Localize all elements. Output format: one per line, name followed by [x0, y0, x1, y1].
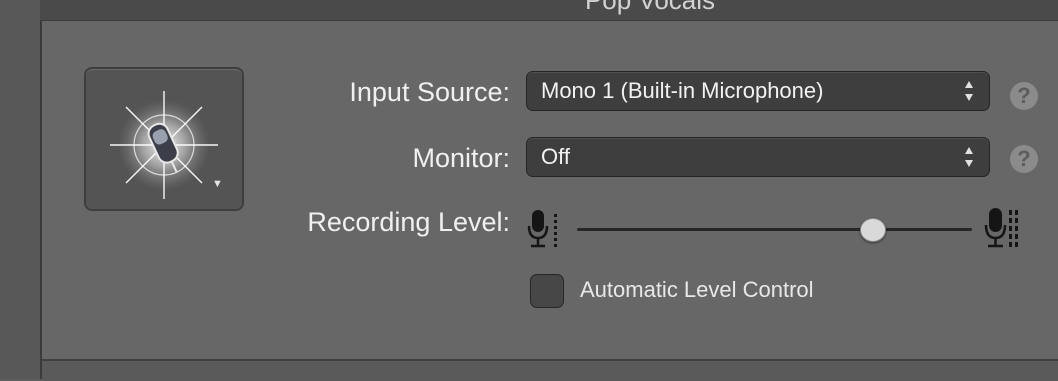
chevron-down-icon: ▼ — [212, 178, 223, 190]
recording-level-label: Recording Level: — [307, 207, 510, 237]
monitor-value: Off — [541, 144, 570, 169]
monitor-help-button[interactable]: ? — [1010, 145, 1038, 173]
microphone-low-icon — [527, 210, 557, 248]
bottom-divider — [42, 359, 1058, 381]
track-name: Pop Vocals — [584, 0, 716, 15]
left-edge — [0, 0, 42, 379]
popup-arrows-icon — [965, 81, 973, 101]
input-source-help-button[interactable]: ? — [1010, 82, 1038, 110]
track-header: Pop Vocals — [40, 0, 1058, 21]
monitor-popup[interactable]: Off — [526, 137, 990, 177]
automatic-level-control-label: Automatic Level Control — [580, 277, 814, 302]
input-source-popup[interactable]: Mono 1 (Built-in Microphone) — [526, 71, 990, 111]
popup-arrows-icon — [965, 147, 973, 167]
input-source-label: Input Source: — [349, 77, 510, 107]
microphone-high-icon — [984, 208, 1018, 248]
monitor-label: Monitor: — [412, 143, 510, 173]
recording-level-slider[interactable] — [577, 228, 972, 231]
microphone-burst-icon — [110, 91, 218, 199]
automatic-level-control-checkbox[interactable] — [530, 274, 564, 308]
input-source-value: Mono 1 (Built-in Microphone) — [541, 78, 824, 103]
